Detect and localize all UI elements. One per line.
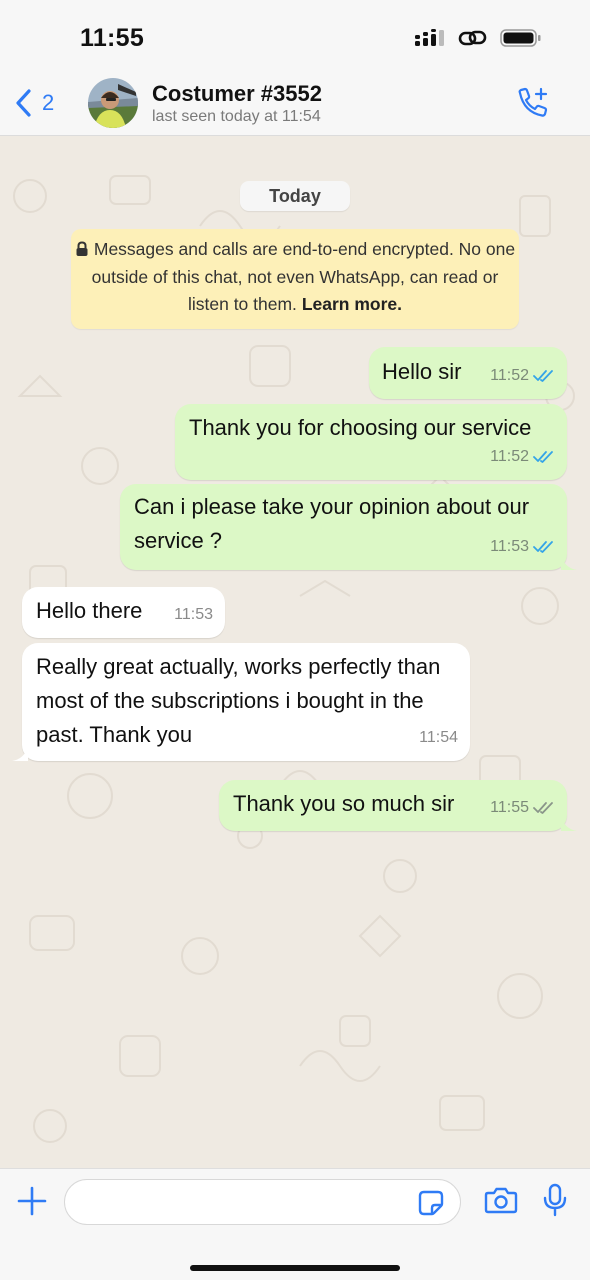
link-icon — [458, 30, 487, 46]
back-button[interactable]: 2 — [14, 88, 54, 118]
home-indicator — [190, 1265, 400, 1271]
add-call-button[interactable] — [514, 86, 550, 127]
message-time: 11:55 — [490, 799, 529, 816]
chat-header: 2 Costumer #3552 last seen today at 11:5… — [0, 78, 590, 136]
message-text: Thank you for choosing our service — [189, 415, 532, 440]
sticker-button[interactable] — [417, 1189, 445, 1222]
status-icons — [414, 28, 542, 48]
learn-more-link[interactable]: Learn more. — [302, 294, 402, 314]
message-text: Hello sir — [382, 359, 462, 384]
message-bubble-outgoing[interactable]: Can i please take your opinion about our… — [120, 484, 577, 570]
message-time: 11:52 — [490, 448, 529, 465]
message-meta: 11:53 — [490, 530, 555, 564]
read-receipt-icon — [533, 451, 553, 463]
message-text: Hello there — [36, 598, 143, 623]
message-time: 11:53 — [490, 538, 529, 555]
message-input[interactable] — [64, 1179, 461, 1225]
message-time: 11:53 — [174, 606, 213, 623]
camera-button[interactable] — [484, 1185, 518, 1220]
status-time: 11:55 — [80, 24, 145, 52]
sticker-icon — [418, 1190, 444, 1216]
message-meta: 11:55 — [490, 791, 555, 825]
message-bubble-incoming[interactable]: Hello there 11:53 — [22, 587, 225, 638]
date-divider: Today — [240, 181, 350, 211]
message-bubble-outgoing[interactable]: Thank you so much sir 11:55 — [219, 780, 577, 831]
encryption-notice[interactable]: Messages and calls are end-to-end encryp… — [71, 229, 519, 329]
message-meta: 11:54 — [419, 721, 458, 755]
message-meta: 11:52 — [490, 359, 555, 393]
chevron-left-icon — [16, 89, 31, 117]
microphone-icon — [543, 1183, 567, 1217]
mic-button[interactable] — [542, 1183, 568, 1222]
composer-bar — [0, 1168, 590, 1280]
message-bubble-outgoing[interactable]: Hello sir 11:52 — [369, 347, 567, 399]
message-bubble-outgoing[interactable]: Thank you for choosing our service 11:52 — [175, 404, 567, 480]
bubble-tail — [561, 817, 577, 831]
last-seen: last seen today at 11:54 — [152, 108, 321, 125]
plus-icon — [17, 1186, 47, 1216]
message-meta: 11:53 — [174, 598, 213, 632]
message-text: Really great actually, works perfectly t… — [36, 654, 441, 747]
message-bubble-incoming[interactable]: Really great actually, works perfectly t… — [12, 643, 470, 761]
back-unread-count: 2 — [42, 90, 55, 115]
signal-icon — [415, 29, 444, 46]
status-bar: 11:55 — [0, 0, 590, 78]
chat-area[interactable]: Today Messages and calls are end-to-end … — [0, 136, 590, 1168]
attach-button[interactable] — [16, 1185, 48, 1222]
battery-icon — [500, 29, 541, 47]
read-receipt-icon — [533, 370, 553, 382]
bubble-tail — [12, 747, 28, 761]
phone-plus-icon — [518, 87, 548, 117]
contact-name[interactable]: Costumer #3552 — [152, 81, 322, 107]
message-time: 11:52 — [490, 367, 529, 384]
delivered-receipt-icon — [533, 802, 553, 814]
bubble-tail — [561, 556, 577, 570]
avatar[interactable] — [88, 78, 138, 128]
message-meta: 11:52 — [490, 440, 555, 474]
message-text: Can i please take your opinion about our… — [134, 494, 530, 553]
read-receipt-icon — [533, 541, 553, 553]
message-text: Thank you so much sir — [233, 791, 455, 816]
message-time: 11:54 — [419, 729, 458, 746]
camera-icon — [484, 1187, 518, 1214]
lock-icon — [76, 241, 88, 256]
